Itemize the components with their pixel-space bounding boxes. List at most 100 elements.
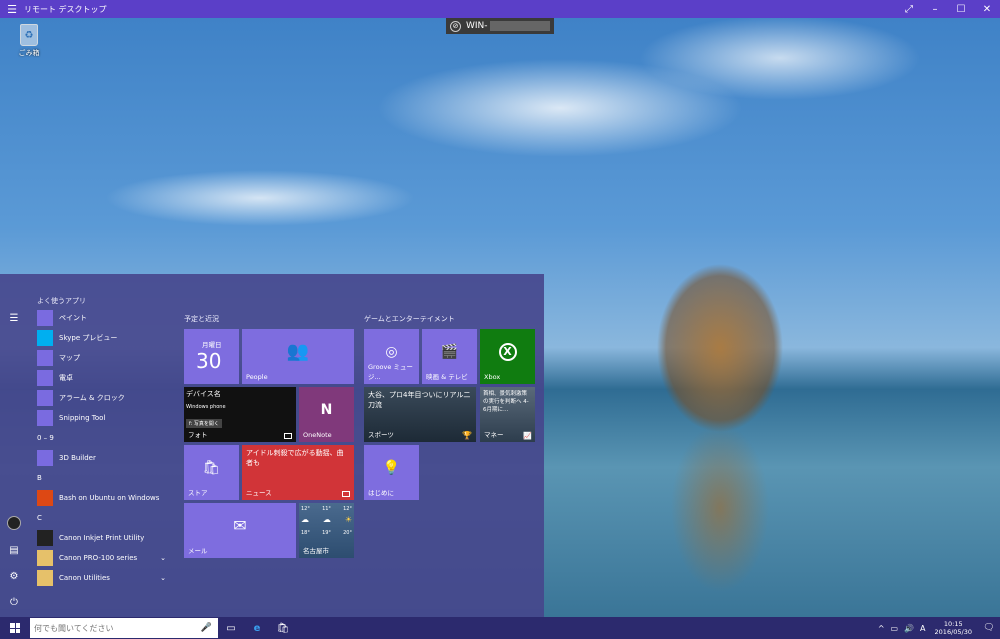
close-button[interactable]: ✕ <box>974 4 1000 15</box>
tile-label: Xbox <box>484 373 501 381</box>
tile-get-started[interactable]: 💡 はじめに <box>364 445 419 500</box>
redacted-host <box>489 21 550 31</box>
microphone-icon[interactable]: 🎤 <box>201 623 212 633</box>
cloud-rain-icon: ☁ <box>322 515 331 524</box>
clock[interactable]: 10:15 2016/05/30 <box>929 620 978 636</box>
printer-icon <box>37 530 53 546</box>
tile-movies-tv[interactable]: 🎬 映画 & テレビ <box>422 329 477 384</box>
settings-gear-icon[interactable]: ⚙ <box>7 570 21 584</box>
calendar-day-name: 月曜日 <box>202 341 222 349</box>
title-bar: ☰ リモート デスクトップ ⤢ – ☐ ✕ <box>0 0 1000 18</box>
calculator-icon <box>37 370 53 386</box>
list-item[interactable]: マップ <box>32 348 172 368</box>
start-button[interactable] <box>0 617 30 639</box>
app-label: Canon PRO-100 series <box>59 554 138 562</box>
clock-date: 2016/05/30 <box>934 628 972 636</box>
app-label: 電卓 <box>59 374 73 382</box>
alarm-icon <box>37 390 53 406</box>
weather-day3-lo: 20° <box>343 530 352 536</box>
user-avatar[interactable] <box>7 516 21 530</box>
expand-menu-icon[interactable]: ☰ <box>7 312 21 326</box>
app-label: マップ <box>59 354 80 362</box>
tile-sports[interactable]: 大谷、プロ4年目ついにリアル二刀流 スポーツ 🏆 <box>364 387 476 442</box>
clapperboard-icon: 🎬 <box>440 343 459 360</box>
tile-onenote[interactable]: N OneNote <box>299 387 354 442</box>
group-letter[interactable]: B <box>32 468 172 488</box>
tile-groove[interactable]: ◎ Groove ミュージ... <box>364 329 419 384</box>
clock-time: 10:15 <box>943 620 963 628</box>
app-label: ペイント <box>59 314 87 322</box>
taskbar: 🎤 ▭ e 🛍 ^ ▭ 🔊 A 10:15 2016/05/30 🗨 <box>0 617 1000 639</box>
tile-weather[interactable]: 12° 11° 12° ☁ ☁ ☀ 18° 19° 20° 名古屋市 <box>299 503 354 558</box>
network-icon[interactable]: ▭ <box>888 624 902 633</box>
weather-day2-lo: 19° <box>322 530 331 536</box>
store-taskbar-icon[interactable]: 🛍 <box>270 617 296 639</box>
chevron-down-icon[interactable]: ⌄ <box>160 554 166 562</box>
app-label: Canon Utilities <box>59 574 110 582</box>
volume-icon[interactable]: 🔊 <box>901 624 917 633</box>
connection-bar[interactable]: ⊘ WIN- <box>446 18 554 34</box>
windows-logo-icon <box>10 623 20 633</box>
cortana-search-box[interactable]: 🎤 <box>30 618 218 638</box>
app-label: Skype プレビュー <box>59 334 118 342</box>
hamburger-menu-icon[interactable]: ☰ <box>0 3 24 16</box>
list-item[interactable]: Canon Utilities ⌄ <box>32 568 172 588</box>
tile-label: スポーツ <box>368 431 394 439</box>
tile-label: Groove ミュージ... <box>368 363 413 381</box>
tile-label: マネー <box>484 431 504 439</box>
group-letter[interactable]: C <box>32 508 172 528</box>
recycle-bin[interactable]: ♻ ごみ箱 <box>14 24 44 58</box>
list-item[interactable]: Snipping Tool <box>32 408 172 428</box>
weather-day3-hi: 12° <box>343 506 352 512</box>
tile-group-title: 予定と近況 <box>184 315 219 323</box>
tile-label: はじめに <box>368 489 394 497</box>
list-item[interactable]: Bash on Ubuntu on Windows <box>32 488 172 508</box>
action-center-icon[interactable]: 🗨 <box>978 623 1000 633</box>
list-item[interactable]: 電卓 <box>32 368 172 388</box>
show-hidden-icons-icon[interactable]: ^ <box>875 624 888 633</box>
tile-photos[interactable]: デバイス名 Windows phone f: 写真を開く フォト <box>184 387 296 442</box>
ime-mode-indicator[interactable]: A <box>917 624 928 633</box>
task-view-icon[interactable]: ▭ <box>218 617 244 639</box>
pin-icon[interactable]: ⊘ <box>450 20 461 32</box>
cloud-rain-icon: ☁ <box>301 515 309 524</box>
photos-sub2: f: 写真を開く <box>186 419 222 428</box>
edge-browser-icon[interactable]: e <box>244 617 270 639</box>
fullscreen-button[interactable]: ⤢ <box>896 4 922 15</box>
list-item[interactable]: ペイント <box>32 308 172 328</box>
maximize-button[interactable]: ☐ <box>948 4 974 15</box>
tile-mail[interactable]: ✉ メール <box>184 503 296 558</box>
minimize-button[interactable]: – <box>922 4 948 15</box>
tile-label: 映画 & テレビ <box>426 373 468 381</box>
store-bag-icon: 🛍 <box>202 459 221 476</box>
photos-badge-icon <box>284 433 292 439</box>
sports-headline: 大谷、プロ4年目ついにリアル二刀流 <box>368 391 471 409</box>
chevron-down-icon[interactable]: ⌄ <box>160 574 166 582</box>
tile-xbox[interactable]: X Xbox <box>480 329 535 384</box>
tile-people[interactable]: 👥 People <box>242 329 354 384</box>
file-explorer-icon[interactable]: ▤ <box>7 544 21 558</box>
app-label: Snipping Tool <box>59 414 106 422</box>
window-title: リモート デスクトップ <box>24 4 107 14</box>
news-headline: アイドル刺殺で広がる動揺、曲者も <box>246 449 344 467</box>
list-item[interactable]: 3D Builder <box>32 448 172 468</box>
connection-host: WIN- <box>466 21 488 31</box>
tile-calendar[interactable]: 月曜日 30 <box>184 329 239 384</box>
list-item[interactable]: Skype プレビュー <box>32 328 172 348</box>
group-letter[interactable]: 0 – 9 <box>32 428 172 448</box>
tile-news[interactable]: アイドル刺殺で広がる動揺、曲者も ニュース <box>242 445 354 500</box>
app-label: Bash on Ubuntu on Windows <box>59 494 160 502</box>
tile-money[interactable]: 首相、景気刺激策の実行を判断へ 4-6月期に… マネー 📈 <box>480 387 535 442</box>
folder-icon <box>37 570 53 586</box>
weather-city: 名古屋市 <box>303 547 329 555</box>
list-item[interactable]: Canon Inkjet Print Utility <box>32 528 172 548</box>
list-item[interactable]: アラーム & クロック <box>32 388 172 408</box>
search-input[interactable] <box>34 623 194 633</box>
tile-store[interactable]: 🛍 ストア <box>184 445 239 500</box>
app-label: Canon Inkjet Print Utility <box>59 534 145 542</box>
trophy-icon: 🏆 <box>462 431 472 440</box>
list-item[interactable]: Canon PRO-100 series ⌄ <box>32 548 172 568</box>
scissors-icon <box>37 410 53 426</box>
power-icon[interactable]: ⏻ <box>7 596 21 610</box>
ubuntu-icon <box>37 490 53 506</box>
